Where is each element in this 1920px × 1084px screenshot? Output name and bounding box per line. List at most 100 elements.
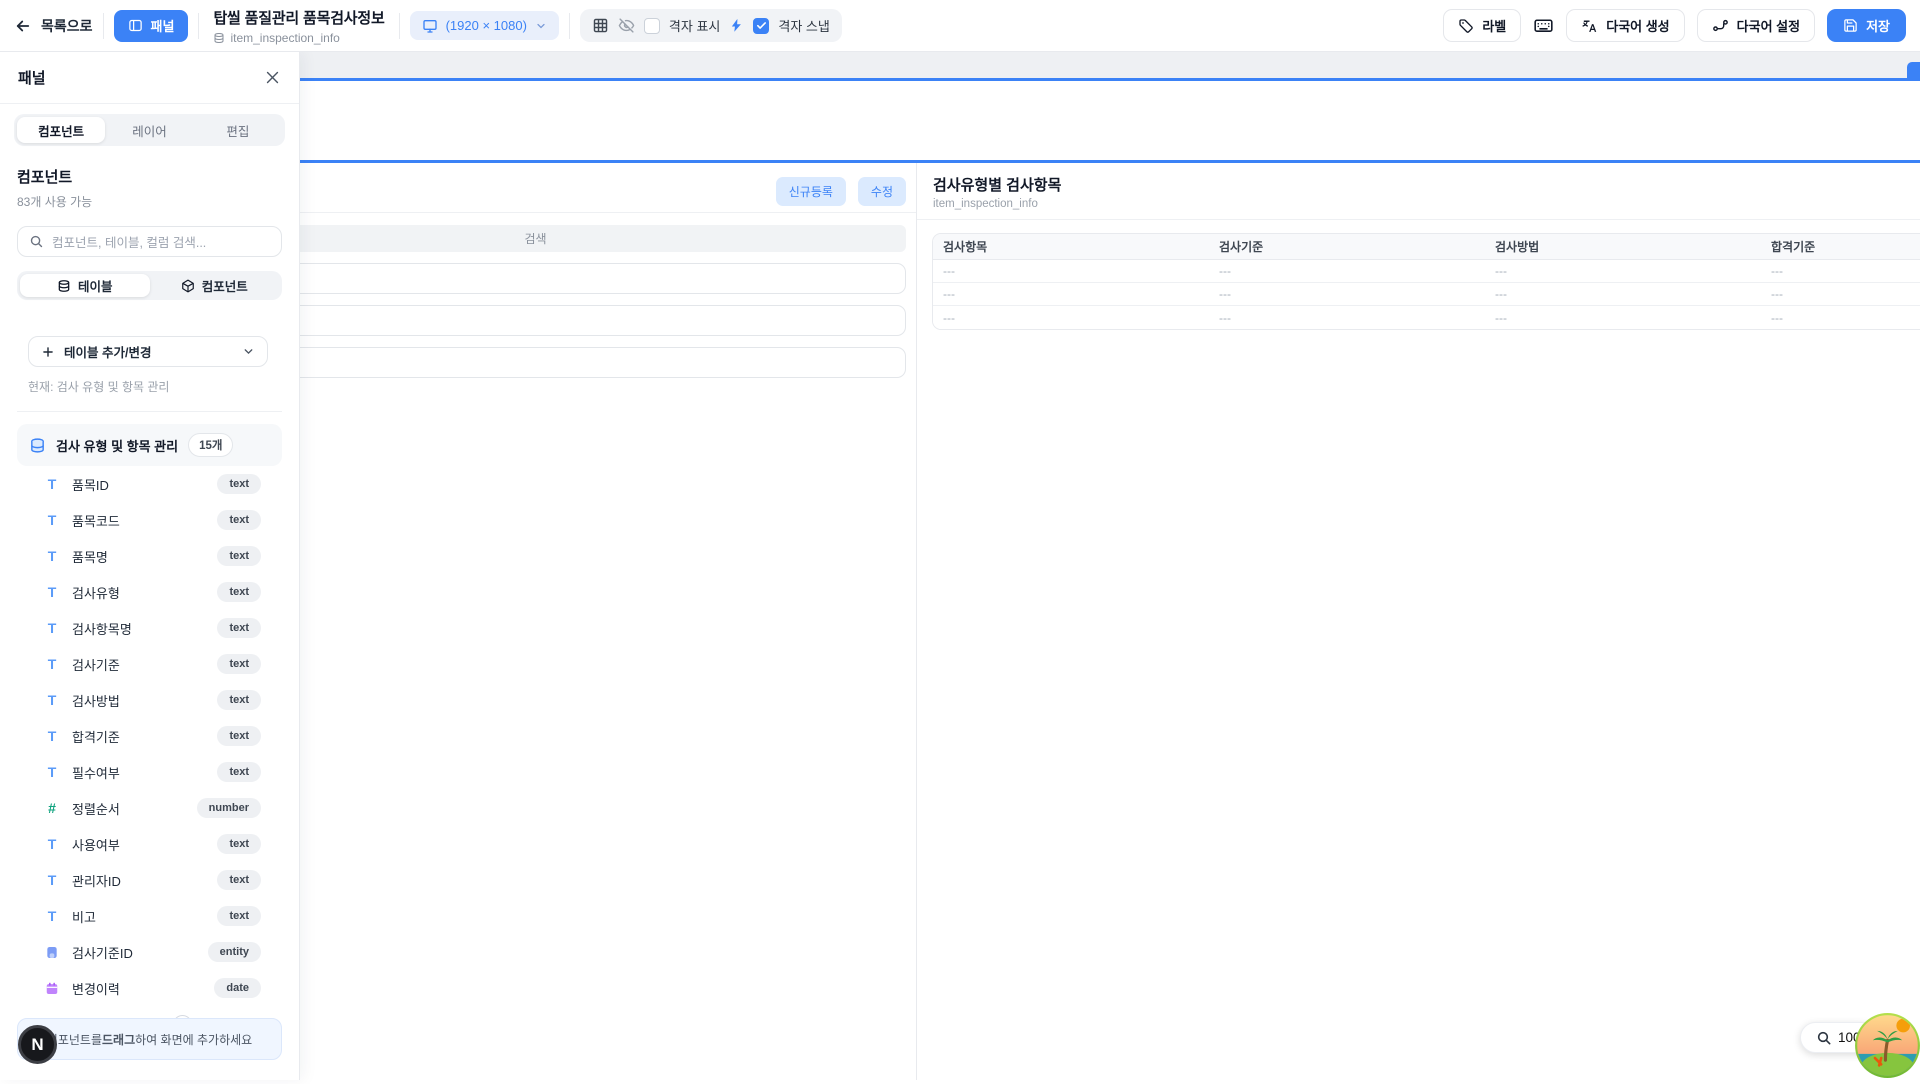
column-header: 검사항목	[943, 238, 1219, 255]
field-row[interactable]: T검사항목명text	[17, 610, 282, 646]
text-type-icon: T	[44, 728, 60, 744]
text-type-icon: T	[44, 836, 60, 852]
components-panel: 패널 컴포넌트 레이어 편집 컴포넌트 83개 사용 가능 컴포넌트, 테이블,…	[0, 52, 300, 1080]
resolution-selector[interactable]: (1920 × 1080)	[410, 11, 559, 40]
tag-icon	[1458, 18, 1474, 34]
column-header: 합격기준	[1771, 238, 1920, 255]
selected-table-row[interactable]: 검사 유형 및 항목 관리 15개	[17, 424, 282, 466]
add-table-button[interactable]: 테이블 추가/변경	[28, 336, 268, 367]
type-badge: text	[217, 870, 261, 890]
field-row[interactable]: T품목코드text	[17, 502, 282, 538]
text-type-icon: T	[44, 656, 60, 672]
text-type-icon: T	[44, 620, 60, 636]
panel-toggle-button[interactable]: 패널	[114, 10, 189, 42]
field-row[interactable]: T합격기준text	[17, 718, 282, 754]
field-row[interactable]: T품목IDtext	[17, 466, 282, 502]
type-badge: entity	[208, 942, 261, 962]
column-header: 검사방법	[1495, 238, 1771, 255]
page-title: 탑씰 품질관리 품목검사정보	[213, 7, 384, 28]
divider	[103, 13, 104, 39]
type-badge: date	[214, 978, 261, 998]
i18n-generate-button[interactable]: 다국어 생성	[1566, 9, 1684, 42]
column-header: 검사기준	[1219, 238, 1495, 255]
eye-off-icon[interactable]	[618, 17, 635, 34]
grid-snap-checkbox[interactable]	[753, 18, 769, 34]
grid-icon[interactable]	[592, 17, 609, 34]
type-badge: text	[217, 582, 261, 602]
back-button[interactable]: 목록으로	[14, 16, 93, 36]
field-row[interactable]: T품목명text	[17, 538, 282, 574]
field-row[interactable]: T검사기준text	[17, 646, 282, 682]
type-badge: number	[197, 798, 261, 818]
panel-tabs: 컴포넌트 레이어 편집	[14, 114, 285, 146]
keyboard-icon	[1533, 15, 1554, 36]
toggle-component-button[interactable]: 컴포넌트	[150, 274, 280, 297]
field-row[interactable]: #정렬순서number	[17, 790, 282, 826]
column-count-badge: 15개	[188, 433, 233, 457]
section-divider	[917, 219, 1920, 220]
grid-show-checkbox[interactable]	[644, 18, 660, 34]
date-type-icon	[44, 981, 60, 996]
field-row[interactable]: 검사기준IDentity	[17, 934, 282, 970]
component-search-input[interactable]: 컴포넌트, 테이블, 컬럼 검색...	[17, 226, 282, 257]
toggle-table-button[interactable]: 테이블	[20, 274, 150, 297]
lightning-icon[interactable]	[729, 18, 744, 33]
drag-hint: 컴포넌트를 드래그하여 화면에 추가하세요	[17, 1018, 282, 1060]
database-icon	[29, 437, 46, 454]
keyboard-shortcuts-button[interactable]	[1533, 15, 1554, 36]
magnifier-icon	[1816, 1030, 1832, 1046]
edit-badge[interactable]: 수정	[858, 177, 906, 206]
components-section-title: 컴포넌트	[17, 166, 282, 187]
divider	[198, 13, 199, 39]
table-row: ------ ------	[933, 283, 1920, 306]
divider	[569, 13, 570, 39]
page-title-block: 탑씰 품질관리 품목검사정보 item_inspection_info	[209, 7, 388, 45]
tab-layers[interactable]: 레이어	[105, 117, 193, 143]
text-type-icon: T	[44, 548, 60, 564]
app-logo-button[interactable]: N	[18, 1025, 57, 1064]
canvas-right-section[interactable]: 검사유형별 검사항목 item_inspection_info 검사항목 검사기…	[917, 163, 1920, 330]
label-button[interactable]: 라벨	[1443, 9, 1521, 42]
type-badge: text	[217, 546, 261, 566]
i18n-settings-button[interactable]: 다국어 설정	[1697, 9, 1815, 42]
toolbar: 목록으로 패널 탑씰 품질관리 품목검사정보 item_inspection_i…	[0, 0, 1920, 52]
text-type-icon: T	[44, 476, 60, 492]
field-row[interactable]: 변경이력date	[17, 970, 282, 1006]
tab-edit[interactable]: 편집	[194, 117, 282, 143]
save-button[interactable]: 저장	[1827, 9, 1906, 42]
inspection-table[interactable]: 검사항목 검사기준 검사방법 합격기준 ------ ------ ------…	[932, 233, 1920, 330]
panel-icon	[128, 18, 143, 33]
field-row[interactable]: T필수여부text	[17, 754, 282, 790]
tab-components[interactable]: 컴포넌트	[17, 117, 105, 143]
table-header-row: 검사항목 검사기준 검사방법 합격기준	[933, 234, 1920, 260]
database-icon	[57, 279, 71, 293]
field-list: T품목IDtext T품목코드text T품목명text T검사유형text T…	[17, 466, 282, 1042]
chevron-down-icon	[535, 20, 547, 32]
new-register-badge[interactable]: 신규등록	[776, 177, 846, 206]
text-type-icon: T	[44, 692, 60, 708]
entity-type-icon	[44, 945, 60, 960]
monitor-icon	[422, 18, 438, 34]
grid-snap-label: 격자 스냅	[778, 16, 829, 35]
type-badge: text	[217, 474, 261, 494]
field-row[interactable]: T관리자IDtext	[17, 862, 282, 898]
table-row: ------ ------	[933, 306, 1920, 329]
island-extension-button[interactable]	[1854, 1012, 1920, 1079]
cube-icon	[181, 279, 195, 293]
source-toggle: 테이블 컴포넌트	[17, 271, 282, 300]
field-row[interactable]: T비고text	[17, 898, 282, 934]
chevron-down-icon	[242, 345, 255, 358]
number-type-icon: #	[44, 800, 60, 816]
type-badge: text	[217, 654, 261, 674]
divider	[399, 13, 400, 39]
text-type-icon: T	[44, 512, 60, 528]
type-badge: text	[217, 618, 261, 638]
text-type-icon: T	[44, 764, 60, 780]
field-row[interactable]: T사용여부text	[17, 826, 282, 862]
close-panel-button[interactable]	[264, 69, 281, 86]
field-row[interactable]: T검사방법text	[17, 682, 282, 718]
type-badge: text	[217, 762, 261, 782]
current-table-label: 현재: 검사 유형 및 항목 관리	[28, 378, 282, 395]
selection-handle[interactable]	[1907, 62, 1920, 78]
field-row[interactable]: T검사유형text	[17, 574, 282, 610]
